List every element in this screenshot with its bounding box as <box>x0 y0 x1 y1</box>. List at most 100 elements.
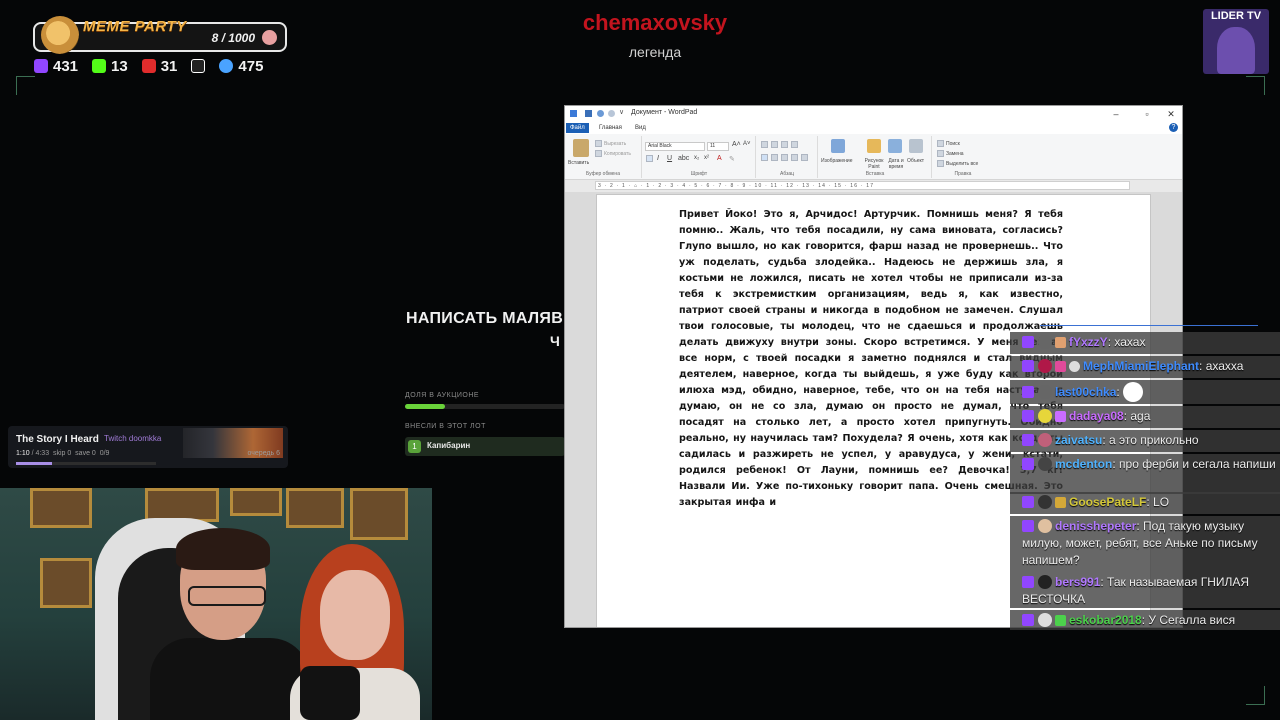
document-text[interactable]: Привет Йоко! Это я, Арчидос! Артурчик. П… <box>679 207 1063 511</box>
guest-face <box>320 570 390 660</box>
kick-icon <box>92 59 107 73</box>
stat-viewers: 475 <box>219 58 263 75</box>
bold-icon[interactable] <box>646 155 653 162</box>
ribbon-tabs: Файл Главная Вид ? <box>565 122 1182 134</box>
underline-icon[interactable]: U <box>667 155 672 162</box>
twitch-icon <box>1022 410 1034 422</box>
strikethrough-icon[interactable]: abc <box>678 155 689 162</box>
maximize-button[interactable]: ▫ <box>1139 108 1155 120</box>
object-icon[interactable] <box>909 139 923 153</box>
insert-datetime-label[interactable]: Дата и время <box>886 158 906 170</box>
font-size-select[interactable]: 11 <box>707 142 729 151</box>
music-duration: / 4:33 <box>31 450 50 457</box>
paste-label[interactable]: Вставить <box>568 160 589 166</box>
chat-message: last00chka: <box>1010 380 1280 404</box>
justify-icon[interactable] <box>791 154 798 161</box>
italic-icon[interactable]: I <box>657 155 659 162</box>
chat-message: fYxzzY: хахах <box>1010 332 1280 354</box>
bullets-icon[interactable] <box>781 141 788 148</box>
lider-avatar-icon <box>1217 27 1255 74</box>
user-avatar <box>1038 495 1052 509</box>
user-avatar <box>1038 575 1052 589</box>
user-avatar <box>1038 385 1052 399</box>
image-icon[interactable] <box>831 139 845 153</box>
tab-view[interactable]: Вид <box>631 123 650 133</box>
auction-share-fill <box>405 404 445 409</box>
badge-icon <box>1055 497 1066 508</box>
ruler-marks: 3 · 2 · 1 · ⌂ · 1 · 2 · 3 · 4 · 5 · 6 · … <box>598 183 875 189</box>
stat-kick-value: 13 <box>111 57 128 75</box>
find-icon[interactable] <box>937 140 944 147</box>
customize-toolbar-icon[interactable]: ∨ <box>619 108 624 116</box>
wall-painting <box>40 558 92 608</box>
microphone <box>300 666 360 720</box>
paragraph-settings-icon[interactable] <box>801 154 808 161</box>
lot-number: 1 <box>408 440 421 453</box>
wall-painting <box>350 488 408 540</box>
insert-image-label[interactable]: Изображение <box>821 158 853 164</box>
streamer-status: легенда <box>628 44 682 60</box>
align-right-icon[interactable] <box>781 154 788 161</box>
help-icon[interactable]: ? <box>1169 123 1178 132</box>
calendar-icon[interactable] <box>888 139 902 153</box>
font-name-select[interactable]: Arial Black <box>645 142 705 151</box>
lider-tv-badge: LIDER TV <box>1203 9 1269 74</box>
highlight-icon[interactable]: ✎ <box>729 155 735 163</box>
copy-label[interactable]: Копировать <box>604 151 631 157</box>
frame-corner <box>1246 76 1265 95</box>
tab-file[interactable]: Файл <box>566 123 589 133</box>
insert-object-label[interactable]: Объект <box>907 158 924 164</box>
replace-icon[interactable] <box>937 150 944 157</box>
increase-indent-icon[interactable] <box>771 141 778 148</box>
copy-icon[interactable] <box>595 150 602 157</box>
twitch-icon <box>1022 520 1034 532</box>
music-votes: 0/9 <box>99 450 110 457</box>
line-spacing-icon[interactable] <box>791 141 798 148</box>
streamer-name: chemaxovsky <box>582 10 728 35</box>
undo-icon[interactable] <box>597 110 604 117</box>
stat-w <box>191 59 206 73</box>
ruler[interactable]: 3 · 2 · 1 · ⌂ · 1 · 2 · 3 · 4 · 5 · 6 · … <box>595 181 1130 190</box>
superscript-icon[interactable]: x² <box>704 155 709 161</box>
text-color-icon[interactable]: A <box>717 155 722 162</box>
grow-font-icon[interactable]: A˄ <box>732 141 741 148</box>
music-meta: 1:10 / 4:33 skip 0 save 0 0/9 <box>16 450 109 457</box>
user-avatar <box>1038 433 1052 447</box>
find-label[interactable]: Поиск <box>946 141 960 147</box>
paragraph-group: Абзац <box>757 136 818 178</box>
replace-label[interactable]: Замена <box>946 151 964 157</box>
chat-username: dadaya08 <box>1069 409 1124 423</box>
minimize-button[interactable]: – <box>1108 108 1124 120</box>
chat-message: dadaya08: aga <box>1010 406 1280 428</box>
save-icon[interactable] <box>585 110 592 117</box>
shrink-font-icon[interactable]: A˅ <box>743 141 751 147</box>
chat-username: denisshepeter <box>1055 519 1137 533</box>
decrease-indent-icon[interactable] <box>761 141 768 148</box>
frame-corner <box>1246 686 1265 705</box>
insert-paint-label[interactable]: Рисунок Paint <box>861 158 887 170</box>
align-left-icon[interactable] <box>761 154 768 161</box>
cut-icon[interactable] <box>595 140 602 147</box>
chat-text: aga <box>1130 409 1151 423</box>
paste-icon[interactable] <box>573 139 589 157</box>
close-button[interactable]: ✕ <box>1163 108 1179 120</box>
paint-icon[interactable] <box>867 139 881 153</box>
streamer-body <box>150 638 310 720</box>
auction-lot-item[interactable]: 1 Капибарин <box>405 437 565 456</box>
paragraph-group-label: Абзац <box>779 171 795 177</box>
wall-painting <box>145 488 219 522</box>
select-all-icon[interactable] <box>937 160 944 167</box>
tab-home[interactable]: Главная <box>595 123 626 133</box>
auction-lot-label: ВНЕСЛИ В ЭТОТ ЛОТ <box>405 423 486 430</box>
auction-title: НАПИСАТЬ МАЛЯВ <box>406 310 564 327</box>
align-center-icon[interactable] <box>771 154 778 161</box>
select-all-label[interactable]: Выделить все <box>946 161 978 167</box>
music-time: 1:10 <box>16 450 30 457</box>
cut-label[interactable]: Вырезать <box>604 141 626 147</box>
chat-text: ахахха <box>1205 359 1244 373</box>
subscript-icon[interactable]: x₂ <box>694 155 699 161</box>
chat-overlay: fYxzzY: хахах MephMiamiElephant: ахахха … <box>1010 330 1280 630</box>
user-avatar <box>1038 359 1052 373</box>
redo-icon[interactable] <box>608 110 615 117</box>
badge-icon <box>1069 361 1080 372</box>
